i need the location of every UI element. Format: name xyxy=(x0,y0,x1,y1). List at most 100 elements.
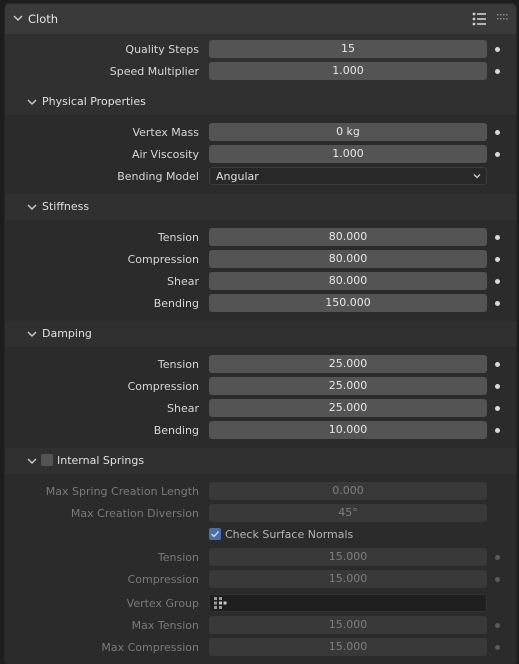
max-compression-field[interactable]: 15.000 xyxy=(209,638,487,656)
stiffness-tension-field[interactable]: 80.000 xyxy=(209,228,487,246)
quality-steps-field[interactable]: 15 xyxy=(209,40,487,58)
vertex-group-label: Vertex Group xyxy=(126,597,199,610)
speed-multiplier-label: Speed Multiplier xyxy=(109,65,199,78)
air-viscosity-row: Air Viscosity 1.000 xyxy=(5,145,516,165)
max-compression-label: Max Compression xyxy=(101,641,199,654)
max-compression-row: Max Compression 15.000 xyxy=(5,638,516,658)
keyframe-dot-icon[interactable] xyxy=(495,47,500,52)
bending-model-value: Angular xyxy=(216,170,259,183)
keyframe-dot-icon[interactable] xyxy=(495,235,500,240)
keyframe-dot-icon[interactable] xyxy=(495,645,500,650)
keyframe-dot-icon[interactable] xyxy=(495,279,500,284)
max-spring-creation-length-field[interactable]: 0.000 xyxy=(209,482,487,500)
bending-model-dropdown[interactable]: Angular xyxy=(209,167,487,185)
keyframe-dot-icon[interactable] xyxy=(495,577,500,582)
vertex-group-icon xyxy=(214,597,227,609)
damping-bending-row: Bending 10.000 xyxy=(5,421,516,441)
internal-springs-header[interactable]: Internal Springs xyxy=(5,448,516,474)
damping-header[interactable]: Damping xyxy=(5,321,516,347)
keyframe-dot-icon[interactable] xyxy=(495,406,500,411)
stiffness-shear-row: Shear 80.000 xyxy=(5,272,516,292)
internal-springs-checkbox[interactable] xyxy=(41,454,53,466)
damping-shear-row: Shear 25.000 xyxy=(5,399,516,419)
keyframe-dot-icon[interactable] xyxy=(495,555,500,560)
keyframe-dot-icon[interactable] xyxy=(495,623,500,628)
keyframe-dot-icon[interactable] xyxy=(495,301,500,306)
checkmark-icon xyxy=(211,531,220,538)
max-creation-diversion-label: Max Creation Diversion xyxy=(70,507,199,520)
quality-steps-label: Quality Steps xyxy=(125,43,199,56)
chevron-down-icon xyxy=(473,174,481,179)
internal-springs-title: Internal Springs xyxy=(57,454,145,467)
vertex-group-row: Vertex Group xyxy=(5,594,516,614)
damping-bending-field[interactable]: 10.000 xyxy=(209,421,487,439)
stiffness-bending-field[interactable]: 150.000 xyxy=(209,294,487,312)
keyframe-dot-icon[interactable] xyxy=(495,428,500,433)
stiffness-shear-label: Shear xyxy=(167,275,199,288)
springs-compression-field[interactable]: 15.000 xyxy=(209,570,487,588)
stiffness-bending-label: Bending xyxy=(153,297,199,310)
panel-title: Cloth xyxy=(28,12,59,26)
stiffness-compression-label: Compression xyxy=(127,253,199,266)
cloth-panel: Cloth Quality Steps 15 Speed Multiplier … xyxy=(5,4,516,664)
keyframe-dot-icon[interactable] xyxy=(495,130,500,135)
stiffness-bending-row: Bending 150.000 xyxy=(5,294,516,314)
stiffness-shear-field[interactable]: 80.000 xyxy=(209,272,487,290)
max-tension-field[interactable]: 15.000 xyxy=(209,616,487,634)
damping-compression-field[interactable]: 25.000 xyxy=(209,377,487,395)
damping-compression-row: Compression 25.000 xyxy=(5,377,516,397)
chevron-down-icon[interactable] xyxy=(25,454,39,468)
max-spring-creation-length-row: Max Spring Creation Length 0.000 xyxy=(5,482,516,502)
air-viscosity-label: Air Viscosity xyxy=(131,148,199,161)
chevron-down-icon[interactable] xyxy=(25,95,39,109)
max-creation-diversion-row: Max Creation Diversion 45° xyxy=(5,504,516,524)
chevron-down-icon[interactable] xyxy=(25,327,39,341)
speed-multiplier-field[interactable]: 1.000 xyxy=(209,62,487,80)
damping-compression-label: Compression xyxy=(127,380,199,393)
springs-tension-label: Tension xyxy=(157,551,199,564)
physical-properties-title: Physical Properties xyxy=(42,95,146,108)
keyframe-dot-icon[interactable] xyxy=(495,384,500,389)
springs-tension-field[interactable]: 15.000 xyxy=(209,548,487,566)
springs-compression-label: Compression xyxy=(127,573,199,586)
bending-model-label: Bending Model xyxy=(117,170,199,183)
keyframe-dot-icon[interactable] xyxy=(495,257,500,262)
chevron-down-icon[interactable] xyxy=(25,200,39,214)
physical-properties-header[interactable]: Physical Properties xyxy=(5,89,516,115)
vertex-mass-field[interactable]: 0 kg xyxy=(209,123,487,141)
damping-shear-field[interactable]: 25.000 xyxy=(209,399,487,417)
air-viscosity-field[interactable]: 1.000 xyxy=(209,145,487,163)
stiffness-title: Stiffness xyxy=(42,200,90,213)
max-tension-row: Max Tension 15.000 xyxy=(5,616,516,636)
max-spring-creation-length-label: Max Spring Creation Length xyxy=(45,485,199,498)
stiffness-compression-row: Compression 80.000 xyxy=(5,250,516,270)
damping-shear-label: Shear xyxy=(167,402,199,415)
keyframe-dot-icon[interactable] xyxy=(495,152,500,157)
quality-steps-row: Quality Steps 15 xyxy=(5,40,516,60)
max-tension-label: Max Tension xyxy=(131,619,199,632)
cloth-panel-header[interactable]: Cloth xyxy=(5,4,516,34)
springs-compression-row: Compression 15.000 xyxy=(5,570,516,590)
springs-tension-row: Tension 15.000 xyxy=(5,548,516,568)
stiffness-header[interactable]: Stiffness xyxy=(5,194,516,220)
vertex-mass-row: Vertex Mass 0 kg xyxy=(5,123,516,143)
check-surface-normals-checkbox[interactable] xyxy=(209,528,221,540)
chevron-down-icon[interactable] xyxy=(11,11,25,25)
check-surface-normals-label: Check Surface Normals xyxy=(225,528,354,541)
damping-tension-row: Tension 25.000 xyxy=(5,355,516,375)
grip-icon[interactable] xyxy=(497,13,509,21)
bending-model-row: Bending Model Angular xyxy=(5,167,516,187)
speed-multiplier-row: Speed Multiplier 1.000 xyxy=(5,62,516,82)
stiffness-tension-label: Tension xyxy=(157,231,199,244)
max-creation-diversion-field[interactable]: 45° xyxy=(209,504,487,522)
damping-title: Damping xyxy=(42,327,92,340)
damping-bending-label: Bending xyxy=(153,424,199,437)
vertex-group-field[interactable] xyxy=(209,594,487,612)
keyframe-dot-icon[interactable] xyxy=(495,362,500,367)
damping-tension-label: Tension xyxy=(157,358,199,371)
keyframe-dot-icon[interactable] xyxy=(495,69,500,74)
stiffness-compression-field[interactable]: 80.000 xyxy=(209,250,487,268)
damping-tension-field[interactable]: 25.000 xyxy=(209,355,487,373)
stiffness-tension-row: Tension 80.000 xyxy=(5,228,516,248)
list-icon[interactable] xyxy=(471,11,487,27)
